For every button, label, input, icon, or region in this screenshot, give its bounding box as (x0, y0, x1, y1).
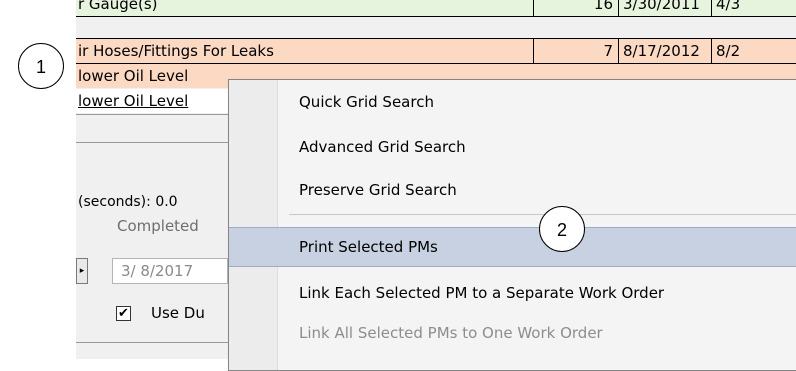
date-cell: 8/17/2012 (619, 39, 712, 63)
use-due-label: Use Du (151, 304, 205, 322)
task-cell: ir Hoses/Fittings For Leaks (76, 39, 534, 63)
menu-item-quick-grid-search[interactable]: Quick Grid Search (229, 86, 796, 118)
count-cell: 7 (534, 39, 619, 63)
divider (76, 142, 236, 143)
menu-item-preserve-grid-search[interactable]: Preserve Grid Search (229, 174, 796, 206)
date-cell: 3/30/2011 (619, 0, 712, 16)
menu-item-label: Advanced Grid Search (299, 138, 466, 156)
task-cell: r Gauge(s) (76, 0, 534, 16)
callout-1: 1 (18, 43, 64, 89)
count-cell: 16 (534, 0, 619, 16)
next-date-cell: 8/2 (716, 42, 741, 60)
divider (76, 342, 236, 343)
completed-label: Completed (117, 217, 199, 235)
spinner-arrow-icon[interactable]: ▸ (76, 258, 88, 284)
callout-2: 2 (539, 206, 585, 252)
use-due-checkbox[interactable]: ✔ (116, 306, 131, 321)
menu-item-label: Print Selected PMs (299, 238, 438, 256)
menu-item-link-all-to-one-wo[interactable]: Link All Selected PMs to One Work Order (229, 317, 796, 349)
menu-item-print-selected-pms[interactable]: Print Selected PMs (229, 227, 796, 267)
next-date-cell: 4/3 (716, 0, 741, 13)
menu-item-label: Link All Selected PMs to One Work Order (299, 324, 603, 342)
completed-date-field[interactable]: 3/ 8/2017 (112, 258, 228, 284)
menu-item-link-each-to-separate-wo[interactable]: Link Each Selected PM to a Separate Work… (229, 277, 796, 309)
menu-item-label: Preserve Grid Search (299, 181, 457, 199)
menu-item-advanced-grid-search[interactable]: Advanced Grid Search (229, 131, 796, 163)
context-menu: Quick Grid Search Advanced Grid Search P… (228, 79, 796, 371)
divider (76, 114, 236, 115)
menu-item-label: Quick Grid Search (299, 93, 434, 111)
menu-item-label: Link Each Selected PM to a Separate Work… (299, 284, 665, 302)
table-row[interactable]: ir Hoses/Fittings For Leaks 7 8/17/2012 … (76, 38, 796, 64)
elapsed-seconds-label: (seconds): 0.0 (78, 194, 178, 210)
table-row[interactable]: r Gauge(s) 16 3/30/2011 4/3 (76, 0, 796, 17)
